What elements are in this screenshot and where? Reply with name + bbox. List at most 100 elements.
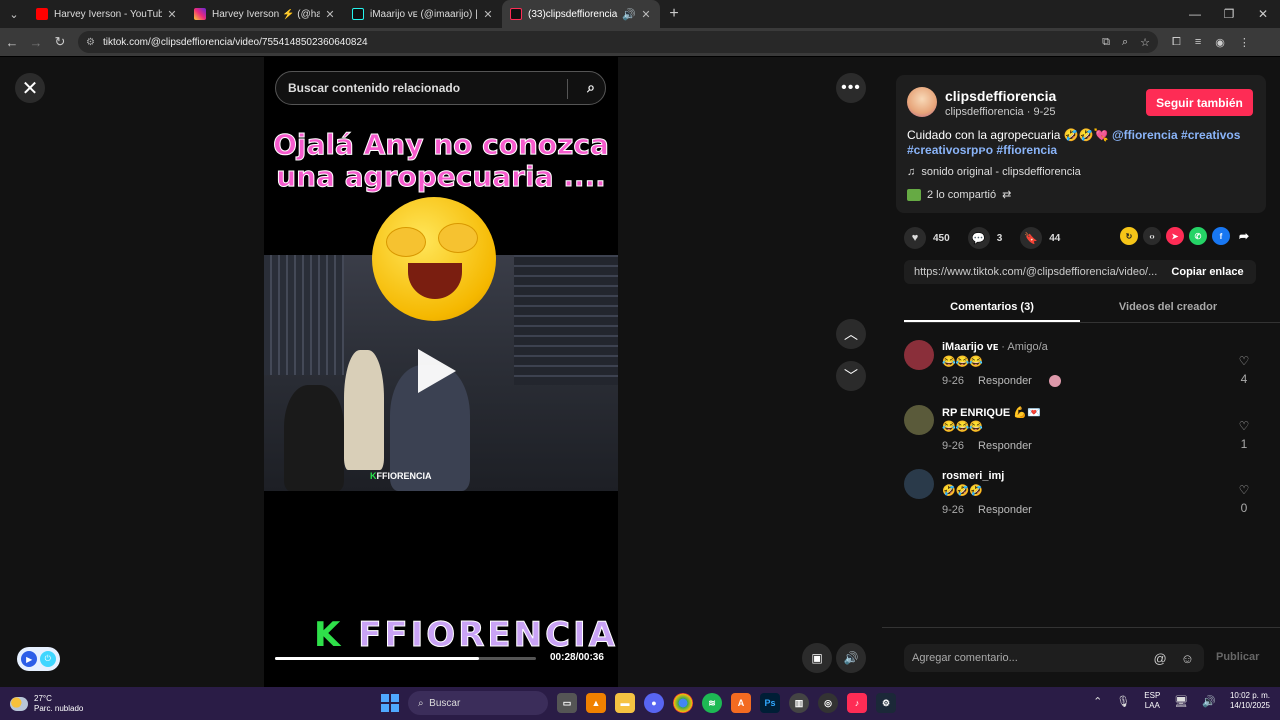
bookmark-star-icon[interactable]: ☆ <box>1140 36 1150 49</box>
video-progress-bar[interactable] <box>275 657 536 660</box>
obs-icon[interactable]: ◎ <box>818 693 838 713</box>
related-search-input[interactable]: Buscar contenido relacionado ⌕ <box>275 71 606 105</box>
windows-start-icon[interactable] <box>381 694 399 712</box>
hashtag-link[interactable]: @ffiorencia <box>1112 128 1178 142</box>
hashtag-link[interactable]: #creativos <box>1181 128 1240 142</box>
tab-search-button[interactable]: ⌄ <box>0 0 28 28</box>
close-window-icon[interactable]: ✕ <box>1246 7 1280 21</box>
network-icon[interactable]: 🖥 <box>1174 695 1188 708</box>
music-link[interactable]: ♫ sonido original - clipsdeffiorencia <box>907 166 1081 178</box>
facebook-icon[interactable]: f <box>1212 227 1230 245</box>
extensions-icon[interactable]: ⧠ <box>1172 36 1181 49</box>
follow-button[interactable]: Seguir también <box>1146 89 1253 116</box>
new-tab-button[interactable]: + <box>660 5 688 23</box>
heart-icon[interactable]: ♥ <box>904 227 926 249</box>
taskbar-search[interactable]: ⌕ Buscar <box>408 691 548 715</box>
search-icon[interactable]: ⌕ <box>587 79 595 96</box>
commenter-avatar[interactable] <box>904 405 934 435</box>
next-video-button[interactable]: ﹀ <box>836 361 866 391</box>
steam-icon[interactable]: ⚙ <box>876 693 896 713</box>
clock[interactable]: 10:02 p. m. 14/10/2025 <box>1230 691 1270 711</box>
weather-widget[interactable]: 27°C Parc. nublado <box>0 694 200 714</box>
media-control-icon[interactable]: ≡ <box>1195 36 1201 49</box>
power-icon[interactable]: ⏻ <box>39 651 56 667</box>
comment-input[interactable]: Agregar comentario... @ ☺ <box>904 644 1204 672</box>
browser-tab-instagram[interactable]: Harvey Iverson ⚡ (@harveyive… ✕ <box>186 0 344 28</box>
reload-icon[interactable]: ↻ <box>48 34 72 50</box>
language-indicator[interactable]: ESP LAA <box>1144 691 1160 711</box>
browser-tab-tiktok-imaarijo[interactable]: iMaarijo ᴠᴇ (@imaarijo) | TikTok ✕ <box>344 0 502 28</box>
more-options-button[interactable]: ••• <box>836 73 866 103</box>
tiktok-icon[interactable]: ♪ <box>847 693 867 713</box>
comment-like-icon[interactable]: ♡ <box>1236 354 1252 368</box>
post-link[interactable]: https://www.tiktok.com/@clipsdeffiorenci… <box>904 266 1159 278</box>
publish-button[interactable]: Publicar <box>1216 651 1259 663</box>
minimize-icon[interactable]: — <box>1178 7 1212 21</box>
vlc-icon[interactable]: ▲ <box>586 693 606 713</box>
author-avatar[interactable] <box>907 87 937 117</box>
speaker-icon[interactable]: 🔊 <box>622 8 636 21</box>
comment-icon[interactable]: 💬 <box>967 227 990 249</box>
reply-button[interactable]: Responder <box>978 375 1032 387</box>
reply-button[interactable]: Responder <box>978 440 1032 452</box>
emoji-icon[interactable]: ☺ <box>1181 651 1194 666</box>
spotify-icon[interactable]: ≋ <box>702 693 722 713</box>
comment-like-icon[interactable]: ♡ <box>1236 419 1252 433</box>
discord-icon[interactable]: ● <box>644 693 664 713</box>
site-info-icon[interactable]: ⚙ <box>86 37 95 48</box>
commenter-name[interactable]: iMaarijo ᴠᴇ · Amigo/a <box>942 341 1048 353</box>
photoshop-icon[interactable]: Ps <box>760 693 780 713</box>
floating-player-button[interactable]: ▣ <box>802 643 832 673</box>
previous-video-button[interactable]: ︿ <box>836 319 866 349</box>
repost-share-icon[interactable]: ↻ <box>1120 227 1138 245</box>
volume-icon[interactable]: 🔊 <box>1202 695 1216 708</box>
hashtag-link[interactable]: #ffiorencia <box>996 143 1057 157</box>
commenter-name[interactable]: RP ENRIQUE 💪💌 <box>942 406 1041 419</box>
tab-comments[interactable]: Comentarios (3) <box>904 293 1080 322</box>
profile-avatar-icon[interactable]: ◉ <box>1215 36 1225 49</box>
file-explorer-icon[interactable]: ▬ <box>615 693 635 713</box>
commenter-avatar[interactable] <box>904 469 934 499</box>
url-field[interactable]: ⚙ tiktok.com/@clipsdeffiorencia/video/75… <box>78 31 1158 53</box>
hashtag-link[interactable]: #creativosrpᴘᴏ <box>907 143 993 157</box>
close-tab-icon[interactable]: ✕ <box>166 8 178 21</box>
install-app-icon[interactable]: ⧉ <box>1102 36 1110 49</box>
commenter-avatar[interactable] <box>904 340 934 370</box>
task-view-icon[interactable]: ▭ <box>557 693 577 713</box>
author-name[interactable]: clipsdeffiorencia <box>945 88 1056 104</box>
reply-button[interactable]: Responder <box>978 504 1032 516</box>
zoom-icon[interactable]: ⌕ <box>1122 36 1128 49</box>
app-icon[interactable]: A <box>731 693 751 713</box>
comment-like-icon[interactable]: ♡ <box>1236 483 1252 497</box>
whatsapp-icon[interactable]: ✆ <box>1189 227 1207 245</box>
commenter-name[interactable]: rosmeri_imj <box>942 470 1004 482</box>
comment-meta: 9-26 Responder <box>942 375 1061 388</box>
chevron-up-icon[interactable]: ⌃ <box>1093 695 1102 708</box>
app-icon[interactable]: ▥ <box>789 693 809 713</box>
send-friends-icon[interactable]: ➤ <box>1166 227 1184 245</box>
browser-tab-youtube[interactable]: Harvey Iverson - YouTube ✕ <box>28 0 186 28</box>
volume-button[interactable]: 🔊 <box>836 643 866 673</box>
mention-icon[interactable]: @ <box>1154 651 1167 666</box>
chrome-icon[interactable] <box>673 693 693 713</box>
embed-icon[interactable]: ‹› <box>1143 227 1161 245</box>
tab-creator-videos[interactable]: Videos del creador <box>1080 293 1256 322</box>
copy-link-button[interactable]: Copiar enlace <box>1159 266 1256 278</box>
back-icon[interactable]: ← <box>0 35 24 50</box>
browser-menu-icon[interactable]: ⋮ <box>1239 36 1250 49</box>
restore-icon[interactable]: ❐ <box>1212 7 1246 21</box>
extension-icon[interactable]: ▶ <box>21 651 38 667</box>
browser-tab-tiktok-clips[interactable]: (33)clipsdeffiorencia (@clip… 🔊 ✕ <box>502 0 660 28</box>
forward-icon[interactable]: → <box>24 35 48 50</box>
extension-widget[interactable]: ▶ ⏻ <box>17 647 60 671</box>
share-arrow-icon[interactable]: ➦ <box>1235 227 1253 245</box>
close-video-button[interactable]: ✕ <box>15 73 45 103</box>
play-icon[interactable] <box>418 349 456 393</box>
video-player[interactable]: Buscar contenido relacionado ⌕ Ojalá Any… <box>264 57 618 687</box>
close-tab-icon[interactable]: ✕ <box>482 8 494 21</box>
close-tab-icon[interactable]: ✕ <box>324 8 336 21</box>
microphone-icon[interactable]: 🎙 <box>1116 695 1130 708</box>
bookmark-icon[interactable]: 🔖 <box>1020 227 1043 249</box>
close-tab-icon[interactable]: ✕ <box>640 8 652 21</box>
shared-by-row[interactable]: 2 lo compartió ⇄ <box>907 188 1011 201</box>
